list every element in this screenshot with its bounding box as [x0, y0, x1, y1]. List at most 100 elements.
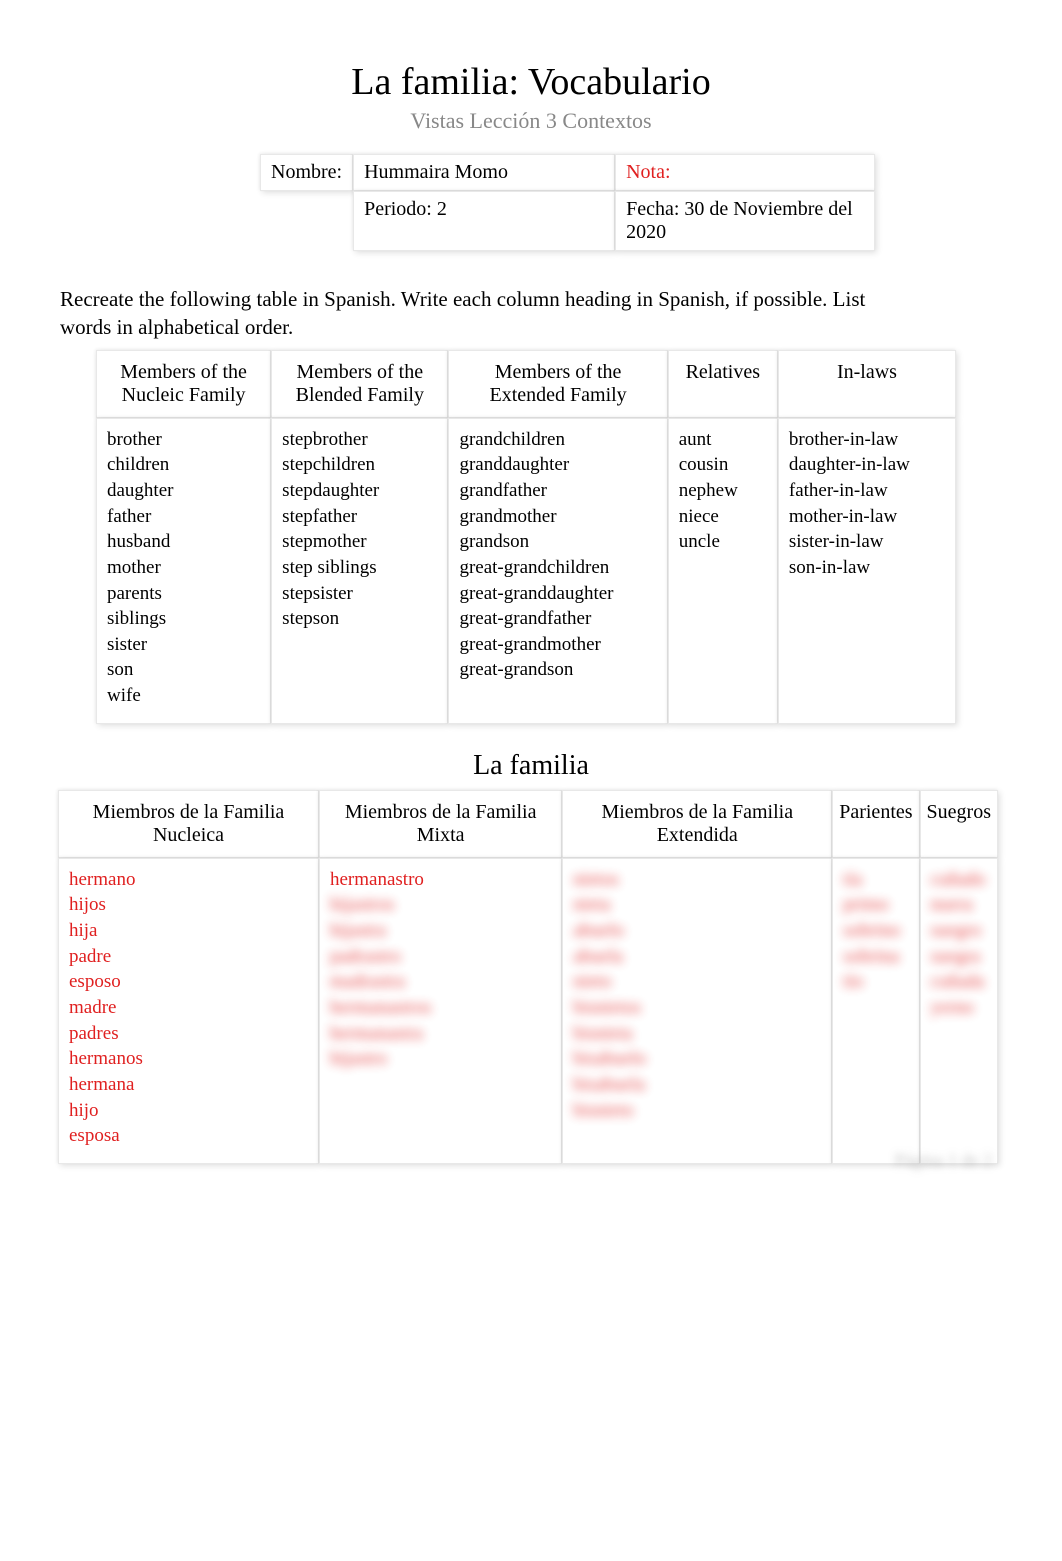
- vocab-word: aunt: [679, 427, 767, 453]
- vocab-word: niece: [679, 504, 767, 530]
- vocab-word-blurred: suegra: [931, 944, 987, 970]
- vocab-word-blurred: suegro: [931, 918, 987, 944]
- vocab-word: children: [107, 452, 260, 478]
- vocab-word: parents: [107, 581, 260, 607]
- nota-cell: Nota:: [615, 154, 875, 191]
- vocab-word: wife: [107, 683, 260, 709]
- es-col-1: hermanastrohijastroshijastrapadrastromad…: [319, 858, 562, 1164]
- en-header-0: Members of theNucleic Family: [96, 350, 271, 418]
- es-header-2: Miembros de la Familia Extendida: [562, 790, 832, 858]
- vocab-word-blurred: nieta: [573, 892, 821, 918]
- vocab-word: stepsister: [282, 581, 437, 607]
- en-col-4: brother-in-lawdaughter-in-lawfather-in-l…: [778, 418, 956, 724]
- vocab-word-blurred: hijastros: [330, 892, 551, 918]
- vocab-word: sister-in-law: [789, 529, 945, 555]
- vocab-word: grandson: [459, 529, 656, 555]
- en-col-3: auntcousinnephewnieceuncle: [668, 418, 778, 724]
- vocab-word-blurred: bisabuelo: [573, 1046, 821, 1072]
- vocab-word-blurred: hermanastros: [330, 995, 551, 1021]
- vocab-word-blurred: tía: [843, 867, 908, 893]
- en-col-2: grandchildrengranddaughtergrandfathergra…: [448, 418, 667, 724]
- vocab-word: daughter-in-law: [789, 452, 945, 478]
- vocab-word: brother: [107, 427, 260, 453]
- vocab-word: stepson: [282, 606, 437, 632]
- vocab-word-blurred: yerno: [931, 995, 987, 1021]
- en-header-2: Members of theExtended Family: [448, 350, 667, 418]
- es-header-1: Miembros de la Familia Mixta: [319, 790, 562, 858]
- vocab-word: daughter: [107, 478, 260, 504]
- vocab-word-blurred: hijastro: [330, 1046, 551, 1072]
- vocab-word-blurred: cuñada: [931, 969, 987, 995]
- es-col-0: hermanohijoshijapadreesposomadrepadreshe…: [58, 858, 319, 1164]
- vocab-word: father-in-law: [789, 478, 945, 504]
- info-table: Nombre: Hummaira Momo Nota: Periodo: 2 F…: [260, 154, 875, 251]
- vocab-word: esposa: [69, 1123, 308, 1149]
- fecha-cell: Fecha: 30 de Noviembre del 2020: [615, 191, 875, 251]
- vocab-word: padres: [69, 1021, 308, 1047]
- vocab-word: hijo: [69, 1098, 308, 1124]
- en-header-3: Relatives: [668, 350, 778, 418]
- vocab-word-blurred: hermanastra: [330, 1021, 551, 1047]
- vocab-word: esposo: [69, 969, 308, 995]
- vocab-word: hijos: [69, 892, 308, 918]
- es-header-0: Miembros de la Familia Nucleica: [58, 790, 319, 858]
- vocab-word: stepdaughter: [282, 478, 437, 504]
- es-col-2: nietosnietaabueloabuelanietobisnietos bis…: [562, 858, 832, 1164]
- vocab-word: hermana: [69, 1072, 308, 1098]
- spanish-table: Miembros de la Familia NucleicaMiembros …: [58, 790, 998, 1164]
- nombre-label: Nombre:: [260, 154, 353, 191]
- en-col-1: stepbrotherstepchildrenstepdaughterstepf…: [271, 418, 448, 724]
- periodo-cell: Periodo: 2: [353, 191, 615, 251]
- vocab-word: great-grandchildren: [459, 555, 656, 581]
- english-table: Members of theNucleic FamilyMembers of t…: [96, 350, 956, 724]
- vocab-word: great-grandmother: [459, 632, 656, 658]
- vocab-word: grandchildren: [459, 427, 656, 453]
- vocab-word: husband: [107, 529, 260, 555]
- vocab-word-blurred: nietos: [573, 867, 821, 893]
- page-footer: Página 1 de 2: [895, 1150, 992, 1171]
- vocab-word: step siblings: [282, 555, 437, 581]
- vocab-word-blurred: nieto: [573, 969, 821, 995]
- vocab-word-blurred: padrastro: [330, 944, 551, 970]
- vocab-word: padre: [69, 944, 308, 970]
- vocab-word: great-grandson: [459, 657, 656, 683]
- en-header-4: In-laws: [778, 350, 956, 418]
- vocab-word: stepchildren: [282, 452, 437, 478]
- vocab-word: hermanastro: [330, 867, 551, 893]
- en-col-0: brotherchildrendaughterfatherhusbandmoth…: [96, 418, 271, 724]
- vocab-word-blurred: abuela: [573, 944, 821, 970]
- vocab-word: sister: [107, 632, 260, 658]
- vocab-word: grandmother: [459, 504, 656, 530]
- vocab-word: hermano: [69, 867, 308, 893]
- vocab-word-blurred: cuñado: [931, 867, 987, 893]
- vocab-word: great-granddaughter: [459, 581, 656, 607]
- vocab-word: mother: [107, 555, 260, 581]
- es-col-3: tíaprimosobrinosobrinatío: [832, 858, 919, 1164]
- es-col-4: cuñadonuerasuegrosuegracuñadayerno: [920, 858, 998, 1164]
- vocab-word-blurred: madrastra: [330, 969, 551, 995]
- vocab-word-blurred: hijastra: [330, 918, 551, 944]
- vocab-word: son-in-law: [789, 555, 945, 581]
- vocab-word: mother-in-law: [789, 504, 945, 530]
- es-header-3: Parientes: [832, 790, 919, 858]
- vocab-word: stepbrother: [282, 427, 437, 453]
- vocab-word: cousin: [679, 452, 767, 478]
- vocab-word: siblings: [107, 606, 260, 632]
- en-header-1: Members of theBlended Family: [271, 350, 448, 418]
- vocab-word-blurred: nuera: [931, 892, 987, 918]
- vocab-word: uncle: [679, 529, 767, 555]
- page-title: La familia: Vocabulario: [60, 60, 1002, 104]
- section-title: La familia: [60, 750, 1002, 782]
- vocab-word-blurred: tío: [843, 969, 908, 995]
- vocab-word-blurred: bisabuela: [573, 1072, 821, 1098]
- instructions: Recreate the following table in Spanish.…: [60, 285, 1002, 342]
- vocab-word-blurred: bisnietos: [573, 995, 821, 1021]
- vocab-word-blurred: sobrina: [843, 944, 908, 970]
- page-subtitle: Vistas Lección 3 Contextos: [60, 108, 1002, 134]
- es-header-4: Suegros: [920, 790, 998, 858]
- vocab-word-blurred: sobrino: [843, 918, 908, 944]
- vocab-word: nephew: [679, 478, 767, 504]
- vocab-word: grandfather: [459, 478, 656, 504]
- vocab-word-blurred: abuelo: [573, 918, 821, 944]
- vocab-word-blurred: primo: [843, 892, 908, 918]
